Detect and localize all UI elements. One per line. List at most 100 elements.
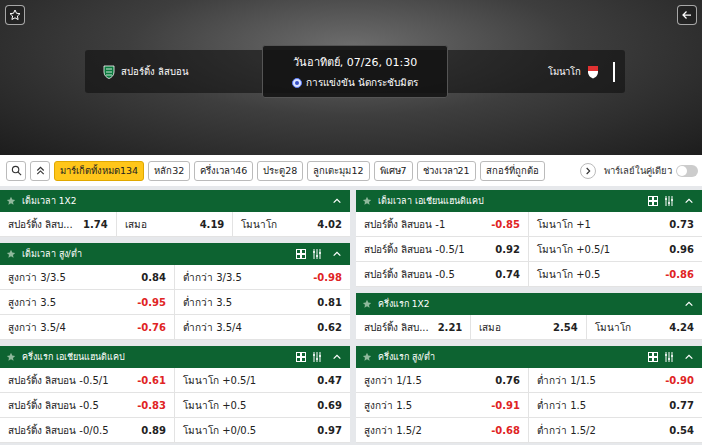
odds-cell[interactable]: สปอร์ติ้ง ลิสบอน -0.5 -0.83 xyxy=(0,393,175,417)
market-tab[interactable]: ลูกเตะมุม12 xyxy=(307,161,369,181)
collapse-all-button[interactable] xyxy=(30,161,50,181)
odds-cell[interactable]: สปอร์ติ้ง ลิสบอน -0.5/1 -0.61 xyxy=(0,368,175,392)
match-header: สปอร์ติ้ง ลิสบอน วันอาทิตย์, 07/26, 01:3… xyxy=(0,0,702,155)
favorite-button[interactable] xyxy=(5,5,25,25)
star-icon[interactable] xyxy=(362,299,372,309)
home-team[interactable]: สปอร์ติ้ง ลิสบอน xyxy=(103,64,188,79)
odds-cell[interactable]: สปอร์ติ้ง ลิสบอน -1 -0.85 xyxy=(356,212,529,236)
match-page: สปอร์ติ้ง ลิสบอน วันอาทิตย์, 07/26, 01:3… xyxy=(0,0,702,445)
odds-cell[interactable]: โมนาโก 4.24 xyxy=(587,315,702,339)
grid-icon[interactable] xyxy=(296,249,306,259)
odds-row: สปอร์ติ้ง ลิสบอน -0.5/1 0.92โมนาโก +0.5/… xyxy=(356,237,702,262)
odds-cell[interactable]: โมนาโก +0.5/1 0.47 xyxy=(175,368,350,392)
star-icon[interactable] xyxy=(6,249,16,259)
search-icon xyxy=(11,165,22,176)
market-tab[interactable]: ประตู28 xyxy=(257,161,303,181)
chevron-up-icon[interactable] xyxy=(332,196,342,206)
odds-cell[interactable]: สูงกว่า 1.5 -0.91 xyxy=(356,393,529,417)
market-tab[interactable]: สกอร์ที่ถูกต้อ xyxy=(480,161,545,181)
star-icon[interactable] xyxy=(6,196,16,206)
odds-cell[interactable]: สปอร์ติ้ง ลิสบอน -0/0.5 0.89 xyxy=(0,418,175,442)
market-header[interactable]: เต็มเวลา สูง/ต่ำ xyxy=(0,243,350,265)
parlay-toggle[interactable] xyxy=(676,165,698,177)
odds-cell[interactable]: สปอร์ติ้ง ลิสบอน -0.5 0.74 xyxy=(356,262,529,286)
odds-cell[interactable]: เสมอ 4.19 xyxy=(117,212,234,236)
market-header[interactable]: เต็มเวลา 1X2 xyxy=(0,190,350,212)
odds-cell[interactable]: ต่ำกว่า 3.5/4 0.62 xyxy=(175,315,350,339)
star-icon[interactable] xyxy=(6,352,16,362)
market-header[interactable]: เต็มเวลา เอเชียนแฮนดิแคป xyxy=(356,190,702,212)
filter-icon[interactable] xyxy=(312,249,322,259)
filter-icon[interactable] xyxy=(664,352,674,362)
double-chevron-up-icon xyxy=(35,165,46,176)
teams-band: สปอร์ติ้ง ลิสบอน วันอาทิตย์, 07/26, 01:3… xyxy=(85,50,625,93)
odds-cell[interactable]: สูงกว่า 3.5/4 -0.76 xyxy=(0,315,175,339)
odds-row: สูงกว่า 3/3.5 0.84ต่ำกว่า 3/3.5 -0.98 xyxy=(0,265,350,290)
match-info: วันอาทิตย์, 07/26, 01:30 การแข่งขัน นัดก… xyxy=(262,45,448,98)
odds-cell[interactable]: สูงกว่า 3.5 -0.95 xyxy=(0,290,175,314)
away-team[interactable]: โมนาโก xyxy=(548,62,615,82)
odds-row: สูงกว่า 1.5/2 -0.68ต่ำกว่า 1.5/2 0.54 xyxy=(356,418,702,443)
market-tab[interactable]: หลัก32 xyxy=(148,161,190,181)
filter-icon[interactable] xyxy=(664,196,674,206)
market-card: เต็มเวลา 1X2 สปอร์ติ้ง ลิสบ... 1.74เสมอ … xyxy=(0,190,350,237)
chevron-up-icon[interactable] xyxy=(332,249,342,259)
market-tab[interactable]: ครึ่งเวลา46 xyxy=(194,161,253,181)
odds-cell[interactable]: โมนาโก +1 0.73 xyxy=(529,212,702,236)
odds-row: สปอร์ติ้ง ลิสบอน -0/0.5 0.89โมนาโก +0/0.… xyxy=(0,418,350,443)
chevron-up-icon[interactable] xyxy=(332,352,342,362)
sporting-crest-icon xyxy=(103,65,115,79)
market-column: เต็มเวลา เอเชียนแฮนดิแคป สปอร์ติ้ง ลิสบอ… xyxy=(356,190,702,443)
market-header[interactable]: ครึ่งแรก สูง/ต่ำ xyxy=(356,346,702,368)
grid-icon[interactable] xyxy=(296,352,306,362)
odds-row: สปอร์ติ้ง ลิสบ... 2.21เสมอ 2.54โมนาโก 4.… xyxy=(356,315,702,340)
scroll-right-button[interactable] xyxy=(580,163,596,179)
search-button[interactable] xyxy=(6,161,26,181)
odds-cell[interactable]: โมนาโก 4.02 xyxy=(233,212,350,236)
star-icon xyxy=(9,9,21,21)
odds-cell[interactable]: โมนาโก +0.5 0.69 xyxy=(175,393,350,417)
chevron-up-icon[interactable] xyxy=(684,299,694,309)
market-tab[interactable]: มาร์เก็ตทั้งหมด134 xyxy=(54,161,144,181)
odds-cell[interactable]: สปอร์ติ้ง ลิสบ... 1.74 xyxy=(0,212,117,236)
grid-icon[interactable] xyxy=(648,352,658,362)
odds-cell[interactable]: สปอร์ติ้ง ลิสบ... 2.21 xyxy=(356,315,471,339)
odds-cell[interactable]: ต่ำกว่า 3/3.5 -0.98 xyxy=(175,265,350,289)
odds-cell[interactable]: ต่ำกว่า 1.5/2 0.54 xyxy=(529,418,702,442)
odds-row: สูงกว่า 3.5/4 -0.76ต่ำกว่า 3.5/4 0.62 xyxy=(0,315,350,340)
market-column: เต็มเวลา 1X2 สปอร์ติ้ง ลิสบ... 1.74เสมอ … xyxy=(0,190,350,443)
grid-icon[interactable] xyxy=(648,196,658,206)
odds-cell[interactable]: สปอร์ติ้ง ลิสบอน -0.5/1 0.92 xyxy=(356,237,529,261)
market-tab[interactable]: ช่วงเวลา21 xyxy=(417,161,476,181)
market-card: ครึ่งแรก สูง/ต่ำ สูงกว่า 1/1.5 0.76ต่ำกว… xyxy=(356,346,702,443)
filter-icon[interactable] xyxy=(312,352,322,362)
chevron-up-icon[interactable] xyxy=(684,352,694,362)
odds-row: สปอร์ติ้ง ลิสบ... 1.74เสมอ 4.19โมนาโก 4.… xyxy=(0,212,350,237)
market-tab[interactable]: พิเศษ7 xyxy=(374,161,413,181)
odds-cell[interactable]: โมนาโก +0.5/1 0.96 xyxy=(529,237,702,261)
odds-cell[interactable]: เสมอ 2.54 xyxy=(471,315,586,339)
chevron-up-icon[interactable] xyxy=(684,196,694,206)
parlay-label: พาร์เลย์ในคู่เดียว xyxy=(604,163,672,178)
odds-cell[interactable]: โมนาโก +0/0.5 0.97 xyxy=(175,418,350,442)
odds-row: สปอร์ติ้ง ลิสบอน -1 -0.85โมนาโก +1 0.73 xyxy=(356,212,702,237)
odds-cell[interactable]: โมนาโก +0.5 -0.86 xyxy=(529,262,702,286)
star-icon[interactable] xyxy=(362,352,372,362)
monaco-crest-icon xyxy=(587,65,599,79)
odds-cell[interactable]: ต่ำกว่า 1/1.5 -0.90 xyxy=(529,368,702,392)
odds-cell[interactable]: สูงกว่า 1/1.5 0.76 xyxy=(356,368,529,392)
chevron-right-icon xyxy=(584,167,592,175)
market-card: เต็มเวลา เอเชียนแฮนดิแคป สปอร์ติ้ง ลิสบอ… xyxy=(356,190,702,287)
odds-cell[interactable]: ต่ำกว่า 3.5 0.81 xyxy=(175,290,350,314)
market-card: ครึ่งแรก 1X2 สปอร์ติ้ง ลิสบ... 2.21เสมอ … xyxy=(356,293,702,340)
star-icon[interactable] xyxy=(362,196,372,206)
odds-cell[interactable]: สูงกว่า 1.5/2 -0.68 xyxy=(356,418,529,442)
market-toolbar: มาร์เก็ตทั้งหมด134หลัก32ครึ่งเวลา46ประตู… xyxy=(0,155,702,186)
market-header[interactable]: ครึ่งแรก เอเชียนแฮนดิแคป xyxy=(0,346,350,368)
back-button[interactable] xyxy=(677,5,697,25)
odds-row: สูงกว่า 1/1.5 0.76ต่ำกว่า 1/1.5 -0.90 xyxy=(356,368,702,393)
odds-cell[interactable]: ต่ำกว่า 1.5 0.77 xyxy=(529,393,702,417)
odds-cell[interactable]: สูงกว่า 3/3.5 0.84 xyxy=(0,265,175,289)
market-header[interactable]: ครึ่งแรก 1X2 xyxy=(356,293,702,315)
odds-row: สปอร์ติ้ง ลิสบอน -0.5 0.74โมนาโก +0.5 -0… xyxy=(356,262,702,287)
